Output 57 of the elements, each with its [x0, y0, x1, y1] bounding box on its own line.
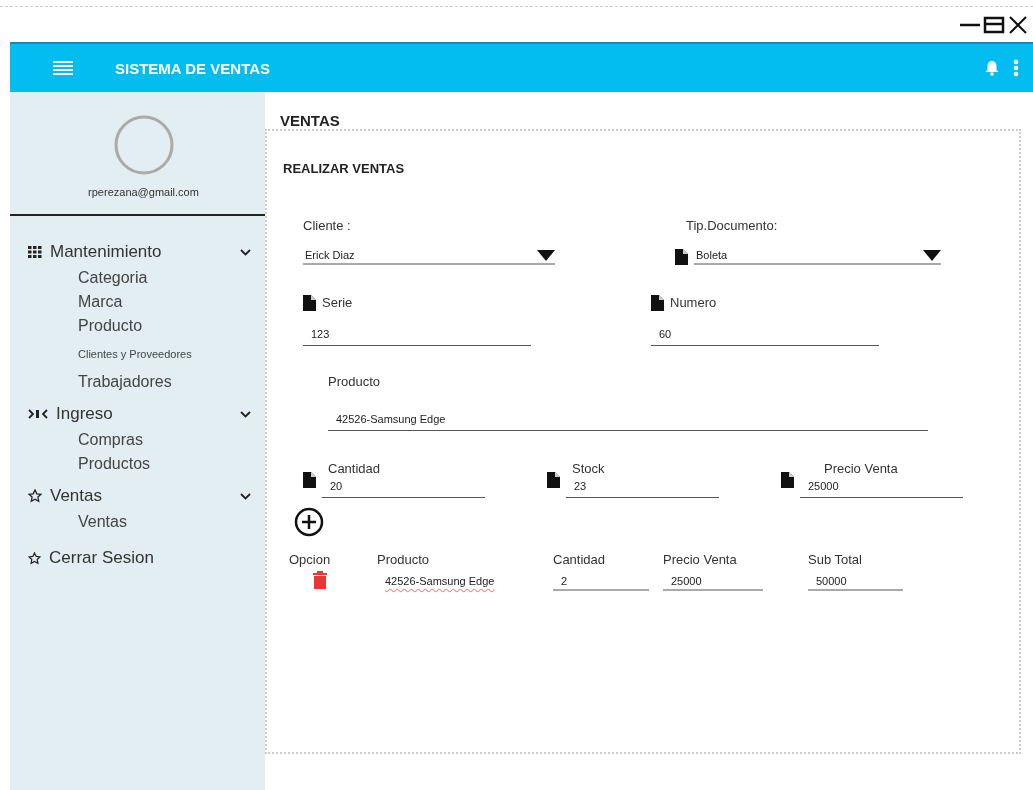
menu-item[interactable]: Productos	[10, 452, 265, 476]
field-label: Precio Venta	[824, 461, 899, 476]
field-label: Numero	[670, 295, 718, 310]
grid-icon	[28, 246, 42, 258]
input-field[interactable]: 123	[303, 324, 531, 346]
table-cell: 50000	[808, 575, 903, 591]
field-label: Stock	[572, 461, 606, 476]
star-icon	[28, 489, 42, 503]
document-icon	[781, 471, 794, 488]
arrows-icon	[28, 409, 48, 419]
input-field[interactable]: 25000	[800, 476, 963, 498]
table-cell-text: 42526-Samsung Edge	[384, 575, 496, 589]
column-header: Opcion	[288, 552, 332, 567]
document-icon	[675, 249, 688, 265]
column-header: Cantidad	[553, 552, 607, 567]
app-title: SISTEMA DE VENTAS	[115, 59, 271, 77]
document-icon	[547, 471, 560, 488]
menu-item[interactable]: Categoria	[10, 266, 265, 290]
menu-group[interactable]: Mantenimiento	[10, 238, 265, 266]
select-field[interactable]: Erick Diaz	[303, 249, 555, 265]
field-label: Tip.Documento:	[686, 218, 779, 233]
menu-group[interactable]: Ingreso	[10, 400, 265, 428]
column-header: Producto	[376, 552, 431, 567]
delete-icon[interactable]	[313, 571, 327, 589]
table-cell: 2	[553, 575, 649, 591]
field-label: Producto	[328, 374, 382, 389]
dropdown-icon	[923, 250, 941, 261]
document-icon	[651, 295, 664, 311]
document-icon	[303, 471, 316, 488]
card-title: REALIZAR VENTAS	[283, 161, 406, 176]
menu-item[interactable]: Clientes y Proveedores	[10, 338, 265, 370]
table-cell: 25000	[663, 575, 763, 591]
field-label: Cliente :	[303, 218, 352, 233]
add-button[interactable]	[293, 506, 325, 538]
menu-item[interactable]: Marca	[10, 290, 265, 314]
menu-group[interactable]: Ventas	[10, 482, 265, 510]
close-icon[interactable]	[1007, 13, 1029, 36]
avatar-icon	[112, 114, 175, 176]
menu-item[interactable]: Producto	[10, 314, 265, 338]
input-field[interactable]: 42526-Samsung Edge	[328, 409, 928, 431]
star-icon	[28, 551, 41, 565]
column-header: Sub Total	[808, 552, 863, 567]
column-header: Precio Venta	[663, 552, 738, 567]
user-email: rperezana@gmail.com	[88, 186, 199, 198]
field-label: Cantidad	[328, 461, 382, 476]
menu-item[interactable]: Compras	[10, 428, 265, 452]
input-field[interactable]: 20	[322, 476, 485, 498]
document-icon	[303, 295, 316, 311]
menu-item[interactable]: Ventas	[10, 510, 265, 534]
field-label: Serie	[322, 295, 354, 310]
logout-link[interactable]: Cerrar Sesion	[10, 544, 265, 572]
input-field[interactable]: 60	[651, 324, 879, 346]
menu-item[interactable]: Trabajadores	[10, 370, 265, 394]
input-field[interactable]: 23	[566, 476, 719, 498]
dropdown-icon	[537, 250, 555, 261]
page-title: VENTAS	[279, 112, 341, 129]
select-field[interactable]: Boleta	[694, 249, 941, 265]
